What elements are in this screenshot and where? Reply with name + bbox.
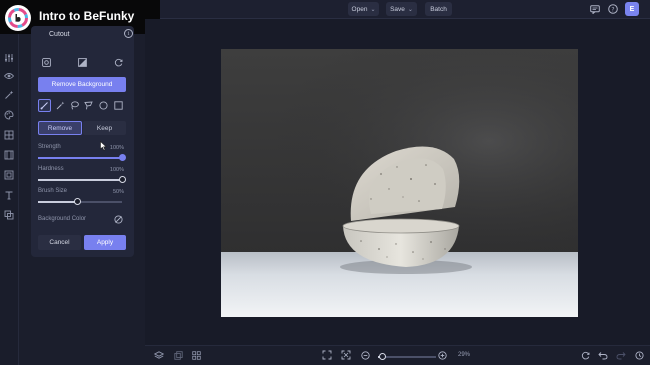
text-icon[interactable] xyxy=(3,189,15,201)
cancel-button[interactable]: Cancel xyxy=(38,235,81,250)
brush-size-slider-fill xyxy=(38,201,78,203)
background-color-label: Background Color xyxy=(38,216,87,222)
select-subject-icon[interactable] xyxy=(41,57,51,67)
no-color-icon[interactable] xyxy=(113,214,123,224)
batch-label: Batch xyxy=(430,5,447,13)
bottom-toolbar xyxy=(145,345,650,365)
zoom-value: 29% xyxy=(458,352,471,358)
apply-button[interactable]: Apply xyxy=(84,235,126,250)
zoom-out-icon[interactable] xyxy=(360,350,370,360)
brush-size-slider-thumb[interactable] xyxy=(73,198,81,205)
rectangle-icon[interactable] xyxy=(112,99,125,112)
zoom-in-icon[interactable] xyxy=(437,350,447,360)
batch-button[interactable]: Batch xyxy=(425,2,452,16)
reset-icon[interactable] xyxy=(113,57,123,67)
open-label: Open xyxy=(351,5,368,13)
remove-mode-button[interactable]: Remove xyxy=(38,121,82,135)
open-menu-button[interactable]: Open ⌄ xyxy=(348,2,379,16)
layers-icon[interactable] xyxy=(3,209,15,221)
grid-icon[interactable] xyxy=(3,129,15,141)
brush-size-slider[interactable] xyxy=(38,198,122,205)
magic-brush-icon[interactable] xyxy=(54,99,67,112)
history-icon[interactable] xyxy=(634,350,644,360)
hardness-slider-thumb[interactable] xyxy=(118,176,126,183)
save-menu-button[interactable]: Save ⌄ xyxy=(386,2,417,16)
strength-label: Strength xyxy=(38,144,61,150)
brush-size-label: Brush Size xyxy=(38,188,68,194)
edit-mask-icon[interactable] xyxy=(77,57,87,67)
hardness-slider-fill xyxy=(38,179,122,181)
panel-title: Cutout xyxy=(49,31,70,38)
comment-icon[interactable] xyxy=(589,3,601,15)
canvas-image[interactable] xyxy=(221,49,578,317)
chevron-down-icon: ⌄ xyxy=(370,6,376,13)
ellipse-icon[interactable] xyxy=(97,99,110,112)
info-icon[interactable]: i xyxy=(124,29,133,38)
strength-slider-fill xyxy=(38,157,122,159)
chevron-down-icon: ⌄ xyxy=(407,6,413,13)
svg-text:?: ? xyxy=(611,6,614,13)
user-avatar[interactable]: E xyxy=(625,2,639,16)
undo-icon[interactable] xyxy=(598,350,608,360)
hardness-slider[interactable] xyxy=(38,176,126,183)
eye-icon[interactable] xyxy=(3,70,15,82)
layers-stack-icon[interactable] xyxy=(154,350,164,360)
help-icon[interactable]: ? xyxy=(607,3,619,15)
fit-screen-icon[interactable] xyxy=(322,350,332,360)
palette-icon[interactable] xyxy=(3,109,15,121)
remove-background-button[interactable]: Remove Background xyxy=(38,77,126,92)
hardness-value: 100% xyxy=(109,167,124,173)
refresh-icon[interactable] xyxy=(580,350,590,360)
strength-value: 100% xyxy=(109,145,124,151)
grid-view-icon[interactable] xyxy=(191,350,201,360)
keep-mode-button[interactable]: Keep xyxy=(83,121,126,135)
brush-size-value: 50% xyxy=(112,189,124,195)
lasso-icon[interactable] xyxy=(68,99,81,112)
save-label: Save xyxy=(390,5,405,13)
polygon-lasso-icon[interactable] xyxy=(82,99,95,112)
tool-rail xyxy=(0,19,19,365)
strength-slider[interactable] xyxy=(38,154,126,161)
zoom-slider-thumb[interactable] xyxy=(378,353,386,360)
strength-slider-thumb[interactable] xyxy=(118,154,126,161)
film-icon[interactable] xyxy=(3,149,15,161)
zoom-slider[interactable] xyxy=(378,353,436,360)
actual-size-icon[interactable] xyxy=(341,350,351,360)
video-title: Intro to BeFunky xyxy=(39,9,135,23)
sliders-icon[interactable] xyxy=(3,52,15,64)
redo-icon[interactable] xyxy=(616,350,626,360)
frame-icon[interactable] xyxy=(3,169,15,181)
hardness-label: Hardness xyxy=(38,166,64,172)
brush-icon[interactable] xyxy=(38,99,51,112)
befunky-logo-icon xyxy=(5,5,31,31)
mouse-cursor-icon xyxy=(100,138,107,156)
magic-wand-icon[interactable] xyxy=(3,89,15,101)
copy-icon[interactable] xyxy=(173,350,183,360)
